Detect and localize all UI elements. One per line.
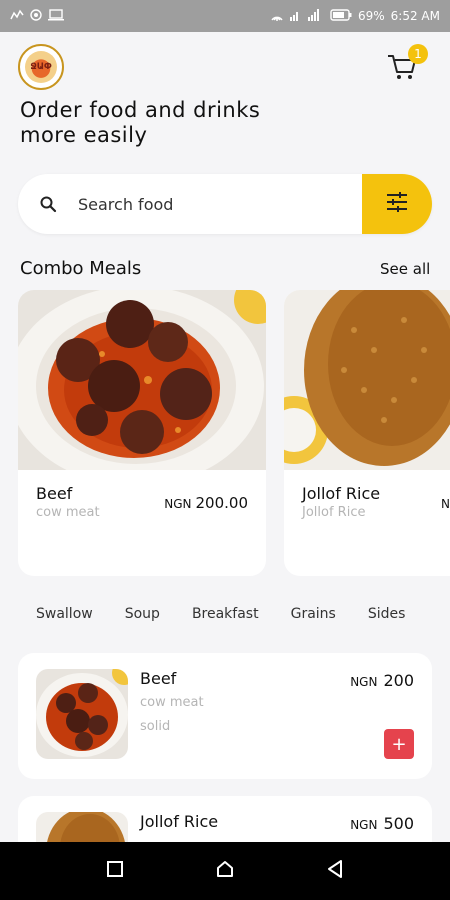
beef-image [18,290,266,470]
item-description: cow meat [140,695,204,710]
item-type: solid [140,719,171,734]
back-triangle-icon [326,860,344,883]
item-name: Jollof Rice [140,812,219,831]
price-value: 500 [383,814,414,833]
card-name: Jollof Rice [302,484,381,503]
filter-button[interactable] [362,174,432,234]
currency-label: NGN [350,818,378,832]
battery-percent: 69% [358,9,385,23]
combo-card-jollof-rice[interactable]: Jollof Rice Jollof Rice N [284,290,450,576]
laptop-icon [48,9,64,23]
record-icon [30,9,42,23]
search-input[interactable] [78,194,362,214]
cart-icon [386,55,418,86]
combo-meals-title: Combo Meals [20,258,142,279]
price-value: 200 [383,671,414,690]
jollof-rice-image [284,290,450,470]
card-price: N [441,494,450,512]
currency-label: NGN [350,675,378,689]
card-description: cow meat [36,505,100,520]
square-icon [106,861,124,882]
page-headline: Order food and drinks more easily [20,98,261,147]
system-nav-bar [0,842,450,900]
tab-grains[interactable]: Grains [291,606,336,622]
clock: 6:52 AM [390,9,440,23]
category-tabs: Swallow Soup Breakfast Grains Sides [36,606,437,622]
status-bar: 69% 6:52 AM [0,0,450,32]
combo-card-beef[interactable]: Beef cow meat NGN 200.00 [18,290,266,576]
currency-label: N [441,497,450,511]
card-price: NGN 200.00 [164,494,248,512]
signal-icon [290,9,324,23]
tab-swallow[interactable]: Swallow [36,606,93,622]
back-button[interactable] [326,859,344,883]
tab-sides[interactable]: Sides [368,606,406,622]
app-logo[interactable]: ՋԱՓ [18,44,64,90]
battery-icon [330,9,352,23]
price-value: 200.00 [195,494,249,512]
item-price: NGN 200 [350,671,414,690]
item-name: Beef [140,669,177,688]
search-bar [18,174,432,234]
recents-button[interactable] [106,860,124,882]
add-to-cart-button[interactable]: + [384,729,414,759]
currency-label: NGN [164,497,192,511]
logo-mark: ՋԱՓ [25,51,57,83]
item-price: NGN 500 [350,814,414,833]
logo-text: ՋԱՓ [30,62,52,72]
cart-button[interactable]: 1 [386,44,428,82]
food-list-item-beef[interactable]: Beef cow meat solid NGN 200 + [18,653,432,779]
home-icon [215,861,235,883]
card-name: Beef [36,484,73,503]
home-button[interactable] [215,859,235,883]
tab-breakfast[interactable]: Breakfast [192,606,259,622]
card-description: Jollof Rice [302,505,366,520]
see-all-link[interactable]: See all [380,260,430,278]
activity-icon [10,9,24,23]
filter-sliders-icon [385,191,409,217]
beef-thumbnail [36,669,128,759]
cart-count-badge: 1 [408,44,428,64]
hotspot-icon [270,9,284,23]
search-icon [38,194,58,214]
tab-soup[interactable]: Soup [125,606,160,622]
